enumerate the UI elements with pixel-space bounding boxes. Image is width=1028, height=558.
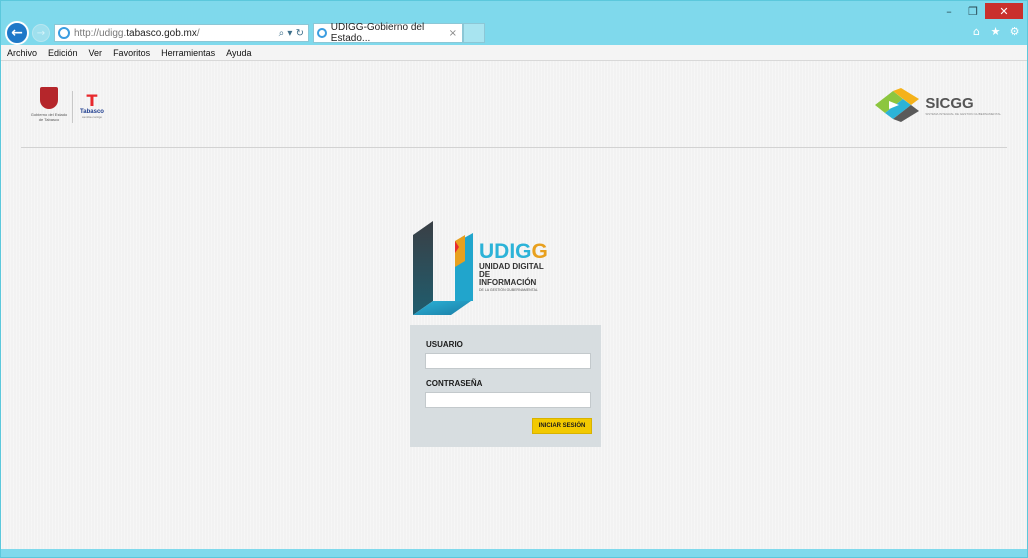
home-icon[interactable]: ⌂ bbox=[970, 25, 983, 38]
sicgg-diamond-icon bbox=[875, 88, 920, 122]
udigg-wordmark: UDIGG bbox=[479, 241, 548, 263]
page-content: Gobierno del Estado de Tabasco T Tabasco… bbox=[1, 61, 1027, 549]
address-bar[interactable]: http://udigg.tabasco.gob.mx/ ⌕ ▾ ↻ bbox=[54, 24, 309, 42]
forward-arrow-icon[interactable]: → bbox=[32, 24, 50, 42]
password-label: CONTRASEÑA bbox=[426, 379, 483, 388]
username-input[interactable] bbox=[425, 353, 591, 369]
toolbar-right-icons: ⌂ ★ ⚙ bbox=[970, 25, 1021, 38]
udigg-wordmark-last: G bbox=[531, 240, 548, 263]
header-divider bbox=[21, 147, 1007, 148]
menu-ayuda[interactable]: Ayuda bbox=[226, 48, 251, 58]
close-window-button[interactable]: ✕ bbox=[985, 3, 1023, 19]
sicgg-logo[interactable]: SICGG SISTEMA INTEGRAL DE GESTION GUBERN… bbox=[873, 87, 1001, 123]
sicgg-wordmark: SICGG bbox=[925, 94, 974, 112]
tabasco-t-icon: T bbox=[86, 91, 98, 110]
menu-ver[interactable]: Ver bbox=[89, 48, 103, 58]
logo-divider bbox=[72, 91, 73, 123]
minimize-button[interactable]: – bbox=[937, 3, 961, 19]
menu-herramientas[interactable]: Herramientas bbox=[161, 48, 215, 58]
udigg-line-2: DE INFORMACIÓN bbox=[479, 270, 537, 287]
browser-window: – ❐ ✕ ← → http://udigg.tabasco.gob.mx/ ⌕… bbox=[0, 0, 1028, 558]
ie-logo-icon bbox=[58, 27, 70, 39]
menu-archivo[interactable]: Archivo bbox=[7, 48, 37, 58]
browser-tab[interactable]: UDIGG-Gobierno del Estado... × bbox=[313, 22, 463, 44]
login-form: USUARIO CONTRASEÑA INICIAR SESIÓN bbox=[410, 325, 601, 447]
address-url-domain: tabasco.gob.mx bbox=[126, 27, 197, 39]
tab-title: UDIGG-Gobierno del Estado... bbox=[330, 22, 425, 44]
government-logo[interactable]: Gobierno del Estado de Tabasco bbox=[29, 87, 69, 125]
udigg-wordmark-main: UDIG bbox=[479, 240, 532, 263]
tabasco-slogan: cambia contigo bbox=[81, 115, 103, 119]
window-controls: – ❐ ✕ bbox=[937, 3, 1023, 19]
government-caption: Gobierno del Estado de Tabasco bbox=[30, 112, 68, 122]
menu-edicion[interactable]: Edición bbox=[48, 48, 78, 58]
address-url[interactable]: http://udigg.tabasco.gob.mx/ bbox=[74, 28, 200, 39]
menu-favoritos[interactable]: Favoritos bbox=[113, 48, 150, 58]
star-icon[interactable]: ★ bbox=[989, 25, 1002, 38]
state-shield-icon bbox=[40, 87, 58, 109]
tab-ie-icon bbox=[317, 28, 327, 38]
tab-close-icon[interactable]: × bbox=[449, 28, 457, 39]
restore-button[interactable]: ❐ bbox=[961, 3, 985, 19]
login-button[interactable]: INICIAR SESIÓN bbox=[532, 418, 592, 434]
tabasco-logo[interactable]: T Tabasco cambia contigo bbox=[77, 93, 107, 123]
sicgg-subtitle: SISTEMA INTEGRAL DE GESTION GUBERNAMENTA… bbox=[925, 111, 1001, 116]
udigg-line-3: DE LA GESTIÓN GUBERNAMENTAL bbox=[479, 288, 538, 292]
address-url-tail: / bbox=[196, 27, 200, 39]
password-input[interactable] bbox=[425, 392, 591, 408]
back-arrow-icon[interactable]: ← bbox=[5, 21, 29, 45]
navigation-bar: ← → http://udigg.tabasco.gob.mx/ ⌕ ▾ ↻ U… bbox=[1, 19, 1027, 45]
menu-bar: Archivo Edición Ver Favoritos Herramient… bbox=[1, 45, 1027, 61]
username-label: USUARIO bbox=[426, 340, 463, 349]
new-tab-button[interactable] bbox=[463, 23, 485, 43]
gear-icon[interactable]: ⚙ bbox=[1008, 25, 1021, 38]
search-refresh-icons[interactable]: ⌕ ▾ ↻ bbox=[279, 28, 304, 39]
udigg-logo: UDIGG UNIDAD DIGITAL DE INFORMACIÓN DE L… bbox=[411, 221, 548, 321]
address-url-plain: http://udigg. bbox=[74, 27, 127, 39]
